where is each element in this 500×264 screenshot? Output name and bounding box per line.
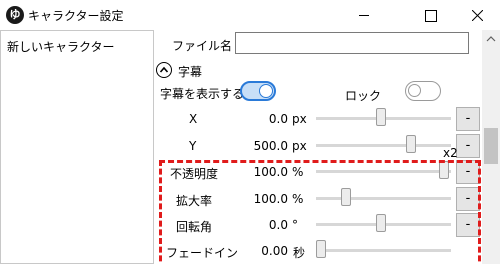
title-bar: ゆ キャラクター設定 — [0, 0, 500, 30]
lock-toggle[interactable] — [405, 81, 441, 101]
toggle-knob — [408, 84, 421, 97]
app-icon: ゆ — [6, 6, 24, 24]
file-name-label: ファイル名 — [172, 39, 233, 53]
toggle-knob — [259, 84, 273, 98]
x-value: 0.0 — [268, 112, 288, 126]
section-collapse-button[interactable] — [156, 62, 172, 78]
subtitle-section-title: 字幕 — [178, 65, 203, 79]
y-label: Y — [189, 139, 197, 153]
y-unit: px — [292, 139, 307, 153]
close-icon — [472, 10, 483, 21]
y-slider[interactable] — [316, 144, 451, 147]
lock-label: ロック — [345, 89, 382, 103]
scrollbar-thumb[interactable] — [484, 128, 498, 164]
y-value: 500.0 — [253, 139, 288, 153]
scroll-up-icon[interactable] — [482, 30, 500, 48]
highlight-box — [159, 160, 481, 264]
file-name-input[interactable] — [235, 32, 469, 54]
show-subtitle-toggle[interactable] — [240, 81, 276, 101]
multiplier-label: x2 — [443, 146, 458, 160]
x-unit: px — [292, 112, 307, 126]
maximize-button[interactable] — [407, 0, 453, 30]
minimize-button[interactable] — [341, 0, 387, 30]
window-title: キャラクター設定 — [28, 9, 124, 23]
chevron-up-icon — [159, 66, 169, 73]
x-minus-button[interactable]: - — [456, 107, 480, 131]
x-label: X — [189, 112, 198, 126]
close-button[interactable] — [454, 0, 500, 30]
show-subtitle-label: 字幕を表示する — [160, 87, 245, 101]
y-minus-button[interactable]: - — [456, 134, 480, 158]
vertical-scrollbar[interactable] — [482, 30, 500, 264]
y-slider-thumb[interactable] — [406, 135, 416, 153]
x-slider-thumb[interactable] — [376, 108, 386, 126]
list-item[interactable]: 新しいキャラクター — [7, 38, 115, 55]
character-list: 新しいキャラクター — [0, 30, 154, 264]
